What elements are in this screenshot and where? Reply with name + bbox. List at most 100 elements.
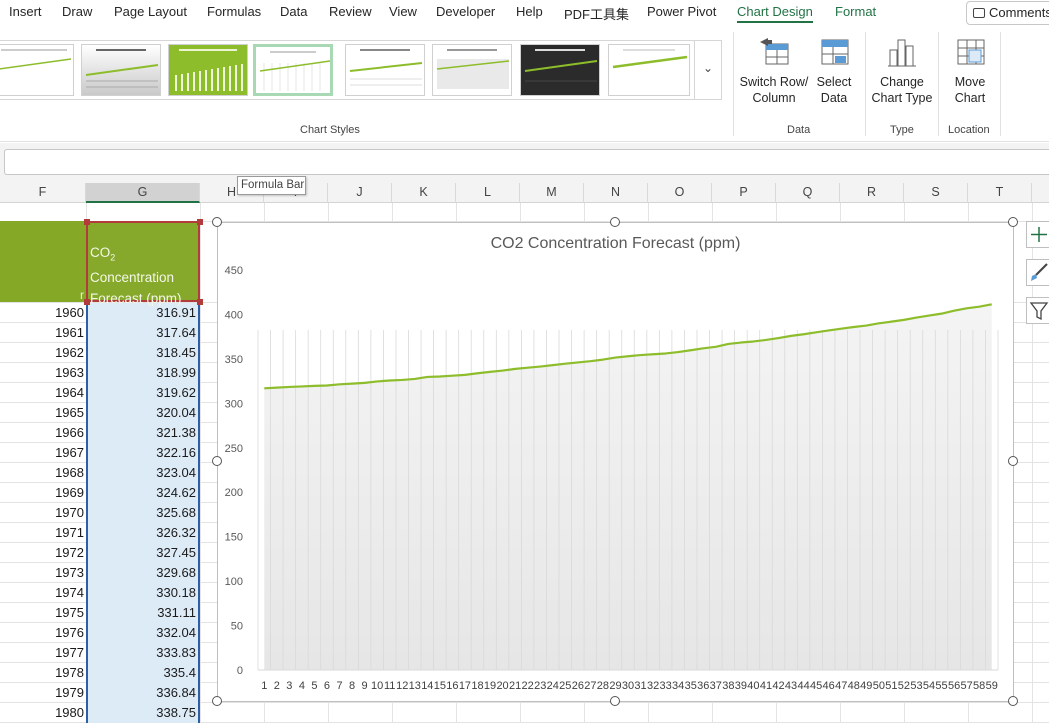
co2-value-cell[interactable]: 317.64 [156, 325, 196, 340]
co2-value-cell[interactable]: 333.83 [156, 645, 196, 660]
year-cell[interactable]: 1971 [55, 525, 84, 540]
co2-value-cell[interactable]: 319.62 [156, 385, 196, 400]
move-chart-button[interactable]: Move Chart [946, 36, 994, 106]
year-cell[interactable]: 1967 [55, 445, 84, 460]
select-data-button[interactable]: Select Data [813, 36, 855, 106]
chart-resize-handle[interactable] [212, 696, 222, 706]
year-cell[interactable]: 1961 [55, 325, 84, 340]
tab-help[interactable]: Help [516, 4, 543, 19]
co2-value-cell[interactable]: 331.11 [157, 605, 196, 620]
column-header-o[interactable]: O [648, 183, 712, 203]
chart-styles-button[interactable] [1026, 259, 1049, 286]
co2-value-cell[interactable]: 316.91 [156, 305, 196, 320]
tab-developer[interactable]: Developer [436, 4, 495, 19]
year-cell[interactable]: 1978 [55, 665, 84, 680]
year-cell[interactable]: 1965 [55, 405, 84, 420]
co2-value-cell[interactable]: 324.62 [156, 485, 196, 500]
column-header-r[interactable]: R [840, 183, 904, 203]
column-header-f[interactable]: F [0, 183, 86, 203]
tab-formulas[interactable]: Formulas [207, 4, 261, 19]
year-cell[interactable]: 1963 [55, 365, 84, 380]
chart-style-thumbnail[interactable] [168, 44, 248, 96]
co2-value-cell[interactable]: 318.45 [156, 345, 196, 360]
column-header-j[interactable]: J [328, 183, 392, 203]
tab-insert[interactable]: Insert [9, 4, 42, 19]
year-cell[interactable]: 1968 [55, 465, 84, 480]
co2-value-cell[interactable]: 329.68 [156, 565, 196, 580]
column-header-p[interactable]: P [712, 183, 776, 203]
tab-data[interactable]: Data [280, 4, 307, 19]
column-header-s[interactable]: S [904, 183, 968, 203]
year-cell[interactable]: 1980 [55, 705, 84, 720]
formula-bar-tooltip: Formula Bar [237, 176, 306, 195]
year-cell[interactable]: 1973 [55, 565, 84, 580]
year-cell[interactable]: 1972 [55, 545, 84, 560]
tab-chart-design[interactable]: Chart Design [737, 4, 813, 23]
tab-pdf-tools[interactable]: PDF工具集 [564, 4, 629, 23]
co2-value-cell[interactable]: 327.45 [156, 545, 196, 560]
co2-value-cell[interactable]: 330.18 [156, 585, 196, 600]
co2-value-cell[interactable]: 326.32 [156, 525, 196, 540]
chart-elements-button[interactable] [1026, 221, 1049, 248]
chart-resize-handle[interactable] [1008, 696, 1018, 706]
chart-style-thumbnail[interactable] [432, 44, 512, 96]
year-cell[interactable]: 1962 [55, 345, 84, 360]
line-chart[interactable]: CO2 Concentration Forecast (ppm) 0 50 100 1… [217, 222, 1014, 702]
column-header-q[interactable]: Q [776, 183, 840, 203]
chart-resize-handle[interactable] [610, 217, 620, 227]
year-cell[interactable]: 1976 [55, 625, 84, 640]
co2-value-cell[interactable]: 338.75 [156, 705, 196, 720]
chart-filters-button[interactable] [1026, 297, 1049, 324]
change-chart-type-button[interactable]: Change Chart Type [870, 36, 934, 106]
selection-handle[interactable] [197, 219, 203, 225]
co2-value-cell[interactable]: 320.04 [156, 405, 196, 420]
gallery-more-button[interactable]: ⌄ [694, 41, 721, 99]
column-header-n[interactable]: N [584, 183, 648, 203]
year-cell[interactable]: 1974 [55, 585, 84, 600]
chart-style-thumbnail[interactable] [345, 44, 425, 96]
co2-value-cell[interactable]: 332.04 [156, 625, 196, 640]
tab-view[interactable]: View [389, 4, 417, 19]
co2-value-cell[interactable]: 336.84 [156, 685, 196, 700]
co2-value-cell[interactable]: 322.16 [156, 445, 196, 460]
chart-resize-handle[interactable] [1008, 456, 1018, 466]
column-header-m[interactable]: M [520, 183, 584, 203]
year-cell[interactable]: 1966 [55, 425, 84, 440]
year-cell[interactable]: 1969 [55, 485, 84, 500]
co2-value-cell[interactable]: 325.68 [156, 505, 196, 520]
chart-resize-handle[interactable] [212, 456, 222, 466]
column-header-l[interactable]: L [456, 183, 520, 203]
chart-resize-handle[interactable] [610, 696, 620, 706]
tab-review[interactable]: Review [329, 4, 372, 19]
switch-row-column-button[interactable]: Switch Row/ Column [739, 36, 809, 106]
header-cell-g[interactable]: CO2 Concentration Forecast (ppm) [86, 221, 200, 306]
header-cell-f[interactable]: r [0, 221, 86, 302]
year-cell[interactable]: 1964 [55, 385, 84, 400]
year-cell[interactable]: 1979 [55, 685, 84, 700]
chart-style-thumbnail-selected[interactable] [253, 44, 333, 96]
co2-value-cell[interactable]: 323.04 [156, 465, 196, 480]
chart-resize-handle[interactable] [212, 217, 222, 227]
year-cell[interactable]: 1975 [55, 605, 84, 620]
chart-resize-handle[interactable] [1008, 217, 1018, 227]
column-header-t[interactable]: T [968, 183, 1032, 203]
comments-button[interactable]: Comments [966, 1, 1049, 25]
column-header-g[interactable]: G [86, 183, 200, 203]
chart-style-thumbnail[interactable] [608, 44, 690, 96]
formula-bar[interactable] [4, 149, 1049, 175]
co2-value-cell[interactable]: 335.4 [163, 665, 196, 680]
column-header-k[interactable]: K [392, 183, 456, 203]
chart-style-thumbnail[interactable] [81, 44, 161, 96]
tab-page-layout[interactable]: Page Layout [114, 4, 187, 19]
selection-handle[interactable] [84, 219, 90, 225]
co2-value-cell[interactable]: 318.99 [156, 365, 196, 380]
tab-draw[interactable]: Draw [62, 4, 92, 19]
tab-format[interactable]: Format [835, 4, 876, 19]
chart-style-thumbnail[interactable] [0, 44, 74, 96]
co2-value-cell[interactable]: 321.38 [156, 425, 196, 440]
chart-style-thumbnail[interactable] [520, 44, 600, 96]
tab-power-pivot[interactable]: Power Pivot [647, 4, 716, 19]
year-cell[interactable]: 1970 [55, 505, 84, 520]
year-cell[interactable]: 1960 [55, 305, 84, 320]
year-cell[interactable]: 1977 [55, 645, 84, 660]
